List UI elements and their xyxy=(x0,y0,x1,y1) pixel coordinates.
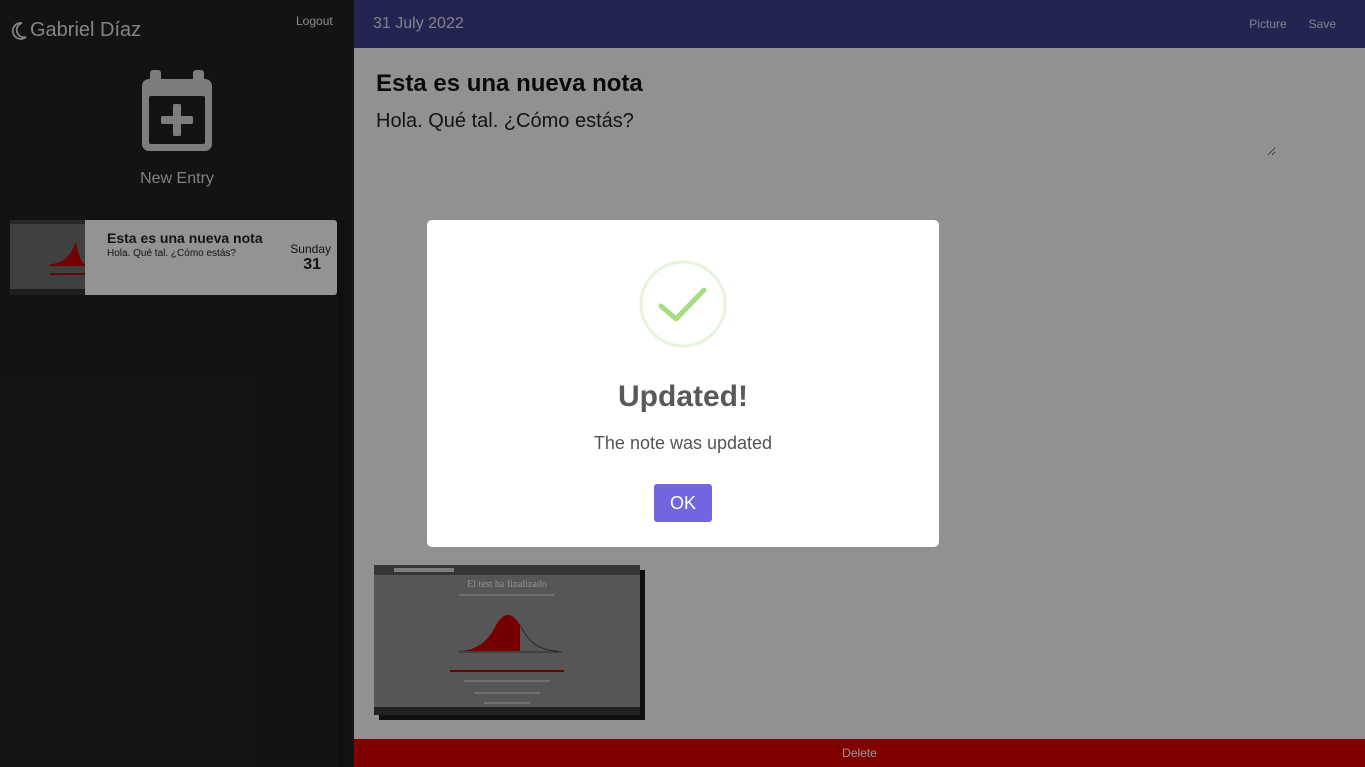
ok-button[interactable]: OK xyxy=(654,484,712,522)
dialog-message: The note was updated xyxy=(593,433,773,453)
dialog-title: Updated! xyxy=(618,380,748,413)
success-dialog: Updated! The note was updated OK xyxy=(427,220,939,547)
success-check-icon xyxy=(639,260,727,348)
